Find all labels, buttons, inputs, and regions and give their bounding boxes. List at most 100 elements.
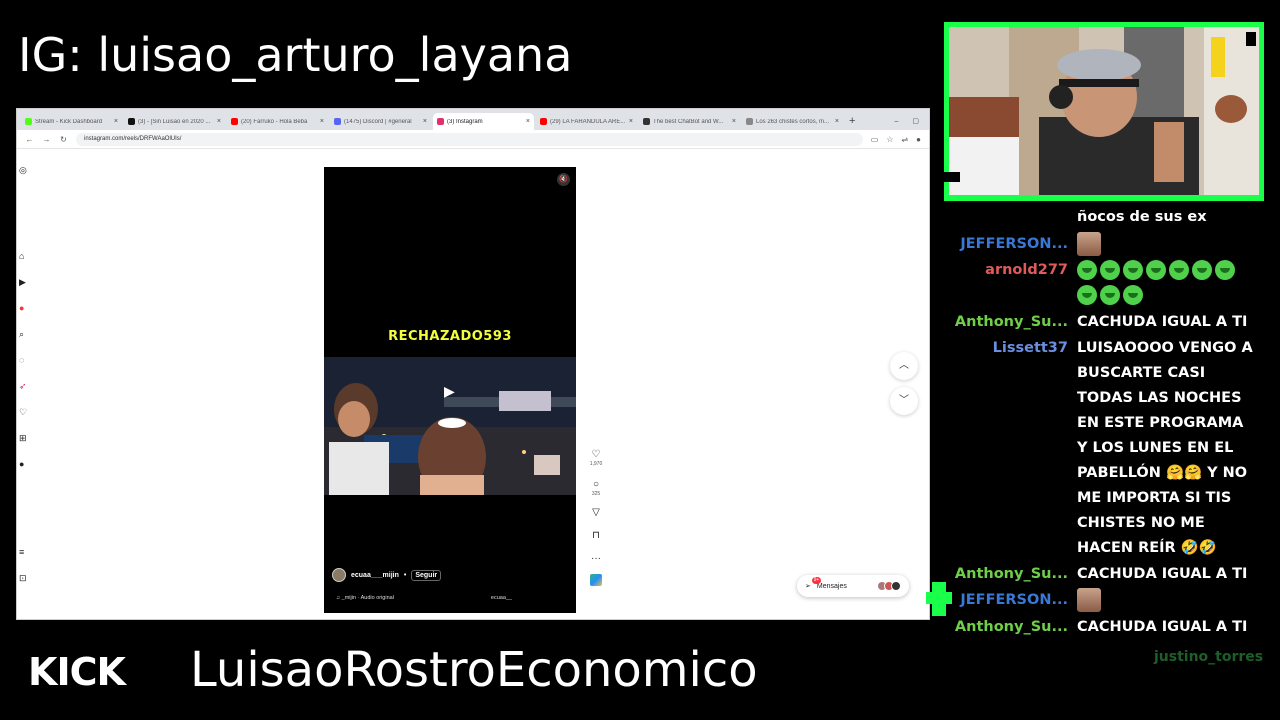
reel-video[interactable]: ▶	[324, 357, 576, 495]
chat-text: LUISAOOOO VENGO A BUSCARTE CASI TODAS LA…	[1077, 340, 1253, 556]
like-count: 1,970	[589, 461, 603, 467]
grin-emote-icon	[1215, 260, 1235, 280]
previous-reel-button[interactable]: ︿	[890, 352, 918, 380]
screen-cast-icon[interactable]: ▭	[871, 135, 879, 144]
chat-username[interactable]: Anthony_Su...	[955, 562, 1068, 587]
youtube-icon	[231, 118, 238, 125]
comment-action[interactable]: ○ 325	[592, 479, 600, 497]
minimize-icon[interactable]: –	[894, 113, 898, 130]
grin-emote-icon	[1100, 260, 1120, 280]
close-tab-icon[interactable]: ×	[423, 118, 427, 125]
browser-tab[interactable]: The best ChatBot and W... ×	[639, 113, 740, 130]
address-bar: ← → ↻ instagram.com/reels/DRFWAaOlUIs/ ▭…	[17, 130, 929, 149]
browser-tab[interactable]: (20) Farruko - Hola Beba ×	[227, 113, 328, 130]
share-icon[interactable]: ▽	[592, 507, 600, 518]
chat-username[interactable]: JEFFERSON...	[960, 232, 1068, 257]
close-tab-icon[interactable]: ×	[526, 118, 530, 125]
github-icon	[643, 118, 650, 125]
close-tab-icon[interactable]: ×	[217, 118, 221, 125]
bookmark-star-icon[interactable]: ☆	[886, 135, 893, 144]
messages-badge: 9+	[812, 577, 821, 584]
more-icon[interactable]: ⊡	[19, 573, 27, 584]
close-tab-icon[interactable]: ×	[320, 118, 324, 125]
bookmark-icon[interactable]: ⊓	[592, 530, 600, 541]
follow-button[interactable]: Seguir	[411, 569, 442, 581]
kick-logo: KICK	[28, 650, 126, 694]
audio-user[interactable]: ecuaa__	[491, 595, 512, 601]
new-tab-button[interactable]: +	[849, 113, 855, 130]
notifications-icon[interactable]: ●	[19, 303, 24, 313]
more-options[interactable]: ···	[591, 553, 601, 564]
search-icon[interactable]: ⌕	[19, 329, 24, 340]
web-icon	[746, 118, 753, 125]
heart-icon[interactable]: ♡	[592, 449, 601, 460]
stream-overlay: IG: luisao_arturo_layana Stream - Kick D…	[0, 0, 1280, 720]
audio-thumb[interactable]	[590, 574, 602, 586]
audio-thumbnail-icon[interactable]	[590, 574, 602, 586]
tab-label: The best ChatBot and W...	[653, 118, 724, 125]
tab-label: Los 263 chistes cortos, m...	[756, 118, 830, 125]
close-tab-icon[interactable]: ×	[835, 118, 839, 125]
share-action[interactable]: ▽	[592, 507, 600, 518]
next-reel-button[interactable]: ﹀	[890, 387, 918, 415]
browser-tab[interactable]: Stream - Kick Dashboard ×	[21, 113, 122, 130]
close-tab-icon[interactable]: ×	[114, 118, 118, 125]
messages-pill[interactable]: ➢ 9+ Mensajes	[797, 575, 909, 597]
channel-name: LuisaoRostroEconomico	[190, 642, 758, 698]
grin-emote-icon	[1192, 260, 1212, 280]
profile-icon[interactable]: ●	[916, 135, 921, 144]
create-icon[interactable]: ⊞	[19, 433, 27, 444]
chat-text: CACHUDA IGUAL A TI	[1077, 314, 1248, 330]
back-icon[interactable]: ←	[25, 135, 34, 144]
messages-icon[interactable]: ➶	[19, 381, 27, 392]
chat-panel: ñocos de sus ex JEFFERSON... arnold277 A…	[946, 205, 1264, 685]
tab-label: (3) - [Sin Luisao en 2020 ...	[138, 118, 211, 125]
chat-username[interactable]: Anthony_Su...	[955, 615, 1068, 640]
author-name[interactable]: ecuaa___mijin	[351, 572, 399, 579]
home-icon[interactable]: ⌂	[19, 251, 24, 261]
play-icon[interactable]: ▶	[444, 383, 455, 400]
comment-icon[interactable]: ○	[593, 479, 599, 490]
chat-text: CACHUDA IGUAL A TI	[1077, 566, 1248, 582]
close-tab-icon[interactable]: ×	[629, 118, 633, 125]
more-dots-icon[interactable]: ···	[591, 553, 601, 564]
mute-icon[interactable]: 🔇	[557, 173, 570, 186]
tab-label: (20) Farruko - Hola Beba	[241, 118, 308, 125]
browser-tab[interactable]: (3) - [Sin Luisao en 2020 ... ×	[124, 113, 225, 130]
browser-tab[interactable]: Los 263 chistes cortos, m... ×	[742, 113, 843, 130]
heart-icon[interactable]: ♡	[19, 407, 27, 418]
browser-tab[interactable]: (3) Instagram ×	[433, 113, 534, 130]
comment-count: 325	[591, 491, 601, 497]
close-tab-icon[interactable]: ×	[732, 118, 736, 125]
tab-label: (29) LA FARANDULA ARE...	[550, 118, 626, 125]
reel-actions: ♡ 1,970 ○ 325 ▽ ⊓ ···	[585, 449, 607, 586]
profile-avatar-icon[interactable]: ●	[19, 459, 24, 469]
reels-icon[interactable]: ▶	[19, 277, 26, 288]
forward-icon[interactable]: →	[42, 135, 51, 144]
browser-tab[interactable]: (29) LA FARANDULA ARE... ×	[536, 113, 637, 130]
grin-emote-icon	[1077, 260, 1097, 280]
url-field[interactable]: instagram.com/reels/DRFWAaOlUIs/	[76, 132, 863, 146]
grin-emote-icon	[1169, 260, 1189, 280]
maximize-icon[interactable]: ▢	[912, 113, 919, 130]
browser-tab[interactable]: (1475) Discord | #general ×	[330, 113, 431, 130]
grin-emote-icon	[1123, 260, 1143, 280]
grin-emote-icon	[1077, 285, 1097, 305]
chat-username[interactable]: arnold277	[985, 258, 1068, 283]
like-action[interactable]: ♡ 1,970	[590, 449, 603, 467]
chat-username[interactable]: JEFFERSON...	[960, 588, 1068, 613]
chat-username[interactable]: Anthony_Su...	[955, 310, 1068, 335]
author-avatar[interactable]	[332, 568, 346, 582]
chat-username-faded[interactable]: justino_torres	[1154, 649, 1263, 665]
menu-icon[interactable]: ≡	[19, 547, 24, 557]
save-action[interactable]: ⊓	[592, 530, 600, 541]
explore-icon[interactable]: ◌	[19, 355, 24, 365]
reel-player[interactable]: 🔇 RECHAZADO593 ▶ ecuaa___mijin • Seguir …	[324, 167, 576, 613]
extensions-icon[interactable]: ⇌	[901, 135, 908, 144]
instagram-logo-icon[interactable]: ◎	[19, 165, 27, 176]
audio-label[interactable]: ♫ _mijin · Audio original	[336, 595, 516, 601]
reload-icon[interactable]: ↻	[59, 135, 68, 144]
chat-emote-row	[1077, 588, 1257, 613]
webcam-image	[949, 27, 1259, 195]
chat-username[interactable]: Lissett37	[993, 336, 1068, 361]
